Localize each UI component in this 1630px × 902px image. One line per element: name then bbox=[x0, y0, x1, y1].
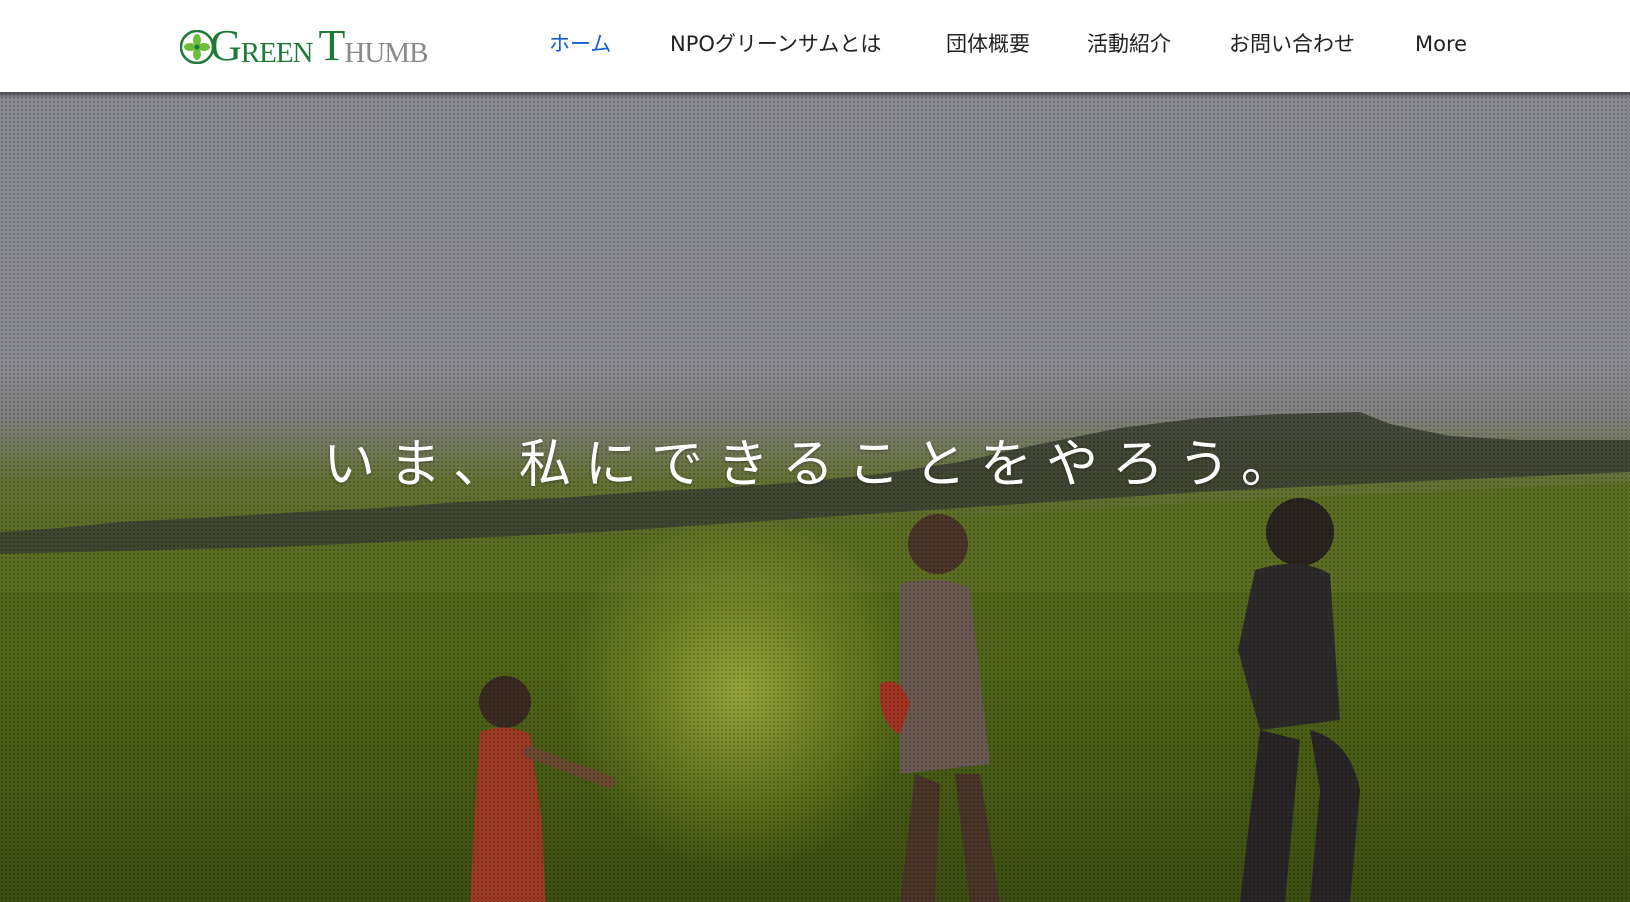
nav-item-organization[interactable]: 団体概要 bbox=[946, 30, 1030, 58]
hero-tagline: いま、私にできることをやろう。 bbox=[323, 435, 1307, 495]
child-middle-image bbox=[879, 514, 1000, 902]
hero-banner: いま、私にできることをやろう。 bbox=[0, 92, 1630, 902]
nav-item-more[interactable]: More bbox=[1415, 30, 1467, 58]
child-left-image bbox=[470, 676, 616, 902]
site-header: G REEN T HUM B ホーム NPOグリーンサムとは 団体概要 活動紹介… bbox=[0, 0, 1630, 92]
nav-item-activities[interactable]: 活動紹介 bbox=[1087, 30, 1171, 58]
nav-item-about-npo[interactable]: NPOグリーンサムとは bbox=[670, 30, 881, 58]
nav-item-home[interactable]: ホーム bbox=[549, 30, 611, 58]
main-nav: ホーム NPOグリーンサムとは 団体概要 活動紹介 お問い合わせ More bbox=[0, 0, 1630, 92]
nav-item-contact[interactable]: お問い合わせ bbox=[1229, 30, 1355, 58]
child-right-image bbox=[1238, 498, 1360, 902]
